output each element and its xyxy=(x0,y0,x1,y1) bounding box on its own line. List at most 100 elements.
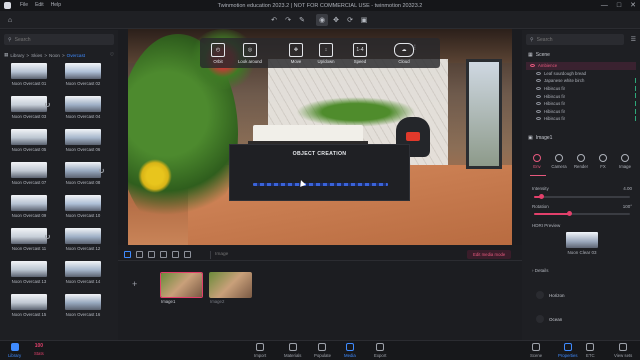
close-window-button[interactable]: ✕ xyxy=(630,1,636,10)
nav-tool-move[interactable]: ✥ Move xyxy=(282,38,310,68)
media-clip-image1[interactable] xyxy=(160,272,203,298)
materials-tab-button[interactable]: Materials xyxy=(284,343,301,358)
menu-edit[interactable]: Edit xyxy=(35,2,44,9)
undo-icon[interactable]: ↶ xyxy=(268,14,280,26)
presentation-mode-icon[interactable] xyxy=(160,251,167,258)
library-item[interactable]: Noon Overcast 13 xyxy=(4,261,54,284)
scale-icon[interactable]: ▣ xyxy=(358,14,370,26)
media-clip-image2[interactable] xyxy=(209,272,252,298)
tab-fx[interactable]: FX xyxy=(593,154,613,169)
scene-item[interactable]: Hibiscus fir xyxy=(526,115,636,123)
details-toggle[interactable]: › Details xyxy=(532,268,632,273)
delete-icon[interactable] xyxy=(184,251,191,258)
library-item[interactable]: Noon Overcast 01 xyxy=(4,63,54,86)
image-mode-icon[interactable] xyxy=(124,251,131,258)
view-sets-tab-button[interactable]: View sets xyxy=(614,343,632,358)
edit-media-mode-button[interactable]: Edit media mode xyxy=(467,250,512,259)
tab-camera[interactable]: Camera xyxy=(549,154,569,169)
scene-item[interactable]: Ambience xyxy=(526,62,636,70)
scene-item[interactable]: Hibiscus fir xyxy=(526,85,636,93)
library-item[interactable]: Noon Overcast 14 xyxy=(58,261,108,284)
menu-help[interactable]: Help xyxy=(51,2,61,9)
rotation-value[interactable]: 100° xyxy=(623,204,632,209)
intensity-value[interactable]: 4.00 xyxy=(623,186,632,191)
library-search[interactable]: ⚲ xyxy=(4,34,114,45)
nav-tool-cloud[interactable]: ☁ Cloud xyxy=(390,38,418,68)
scene-item[interactable]: Hibiscus fir xyxy=(526,108,636,116)
nav-tool-speed[interactable]: 1-4 Speed xyxy=(346,38,374,68)
rotation-slider[interactable] xyxy=(534,211,630,216)
nav-tool-orbit[interactable]: ◴ Orbit xyxy=(204,38,232,68)
library-item[interactable]: Noon Overcast 10 xyxy=(58,195,108,218)
library-item[interactable]: Noon Overcast 04 xyxy=(58,96,108,119)
etc-tab-button[interactable]: ETC xyxy=(586,343,595,358)
visibility-eye-icon[interactable] xyxy=(536,87,541,91)
scene-tab-button[interactable]: Scene xyxy=(530,343,542,358)
more-options-icon[interactable]: ⋮ xyxy=(412,44,418,51)
library-item[interactable]: Noon Overcast 07 xyxy=(4,162,54,185)
breadcrumb-library[interactable]: Library xyxy=(10,53,24,58)
rotate-icon[interactable]: ⟳ xyxy=(344,14,356,26)
breadcrumb-noon[interactable]: Noon xyxy=(49,53,60,58)
library-item[interactable]: Noon Overcast 08 xyxy=(58,162,108,185)
scene-item[interactable]: Japanese white birch xyxy=(526,77,636,85)
home-icon[interactable]: ⌂ xyxy=(4,14,16,26)
media-name-input[interactable] xyxy=(210,250,456,259)
visibility-eye-icon[interactable] xyxy=(536,102,541,106)
maximize-button[interactable]: □ xyxy=(617,1,621,10)
scene-search[interactable]: ⚲ xyxy=(526,34,624,45)
globe-icon[interactable]: ◉ xyxy=(316,14,328,26)
populate-tab-button[interactable]: Populate xyxy=(314,343,331,358)
tab-render[interactable]: Render xyxy=(571,154,591,169)
menu-file[interactable]: File xyxy=(20,2,28,9)
tab-env[interactable]: Env xyxy=(527,154,547,169)
breadcrumb-skies[interactable]: Skies xyxy=(31,53,42,58)
scene-item[interactable]: Leaf sourdough bread xyxy=(526,70,636,78)
hdri-preview-thumbnail[interactable] xyxy=(566,232,598,248)
library-item[interactable]: Noon Overcast 16 xyxy=(58,294,108,317)
minimize-button[interactable]: — xyxy=(601,1,608,10)
library-item[interactable]: Noon Overcast 11 xyxy=(4,228,54,251)
visibility-eye-icon[interactable] xyxy=(530,64,535,68)
duplicate-icon[interactable] xyxy=(172,251,179,258)
library-tab-button[interactable]: Library xyxy=(8,343,21,358)
ocean-section[interactable]: Ocean xyxy=(528,312,634,326)
visibility-eye-icon[interactable] xyxy=(536,71,541,75)
scene-item[interactable]: Hibiscus fir xyxy=(526,100,636,108)
visibility-eye-icon[interactable] xyxy=(536,117,541,121)
import-tab-button[interactable]: Import xyxy=(254,343,266,358)
favorite-heart-icon[interactable]: ♡ xyxy=(110,52,114,58)
library-item[interactable]: Noon Overcast 15 xyxy=(4,294,54,317)
library-search-input[interactable] xyxy=(14,36,100,43)
video-mode-icon[interactable] xyxy=(136,251,143,258)
library-item[interactable]: Noon Overcast 09 xyxy=(4,195,54,218)
scene-item[interactable]: Hibiscus fir xyxy=(526,92,636,100)
horizon-section[interactable]: Horizon xyxy=(528,288,634,302)
breadcrumb-overcast[interactable]: Overcast xyxy=(67,53,85,58)
library-item[interactable]: Noon Overcast 06 xyxy=(58,129,108,152)
add-media-button[interactable]: + xyxy=(132,279,137,289)
library-item[interactable]: Noon Overcast 05 xyxy=(4,129,54,152)
panel-toggle-icon[interactable]: ☰ xyxy=(631,36,636,43)
visibility-eye-icon[interactable] xyxy=(536,79,541,83)
media-tab-button[interactable]: Media xyxy=(344,343,356,358)
properties-tab-button[interactable]: Properties xyxy=(558,343,578,358)
slider-knob[interactable] xyxy=(566,211,572,216)
move-icon[interactable]: ✥ xyxy=(330,14,342,26)
library-item[interactable]: Noon Overcast 03 xyxy=(4,96,54,119)
scene-search-input[interactable] xyxy=(536,36,612,43)
nav-tool-up-down[interactable]: ↕ Up/down xyxy=(312,38,340,68)
visibility-eye-icon[interactable] xyxy=(536,109,541,113)
redo-icon[interactable]: ↷ xyxy=(282,14,294,26)
library-item[interactable]: Noon Overcast 02 xyxy=(58,63,108,86)
intensity-slider[interactable] xyxy=(534,194,630,199)
panorama-mode-icon[interactable] xyxy=(148,251,155,258)
scene-header[interactable]: ▦ Scene xyxy=(528,52,550,58)
visibility-eye-icon[interactable] xyxy=(536,94,541,98)
export-tab-button[interactable]: Export xyxy=(374,343,386,358)
slider-knob[interactable] xyxy=(538,194,544,199)
stats-button[interactable]: 100 Stats xyxy=(34,343,44,356)
tab-image[interactable]: Image xyxy=(615,154,635,169)
nav-tool-look-around[interactable]: ◎ Look around xyxy=(232,38,268,68)
eyedropper-icon[interactable]: ✎ xyxy=(296,14,308,26)
